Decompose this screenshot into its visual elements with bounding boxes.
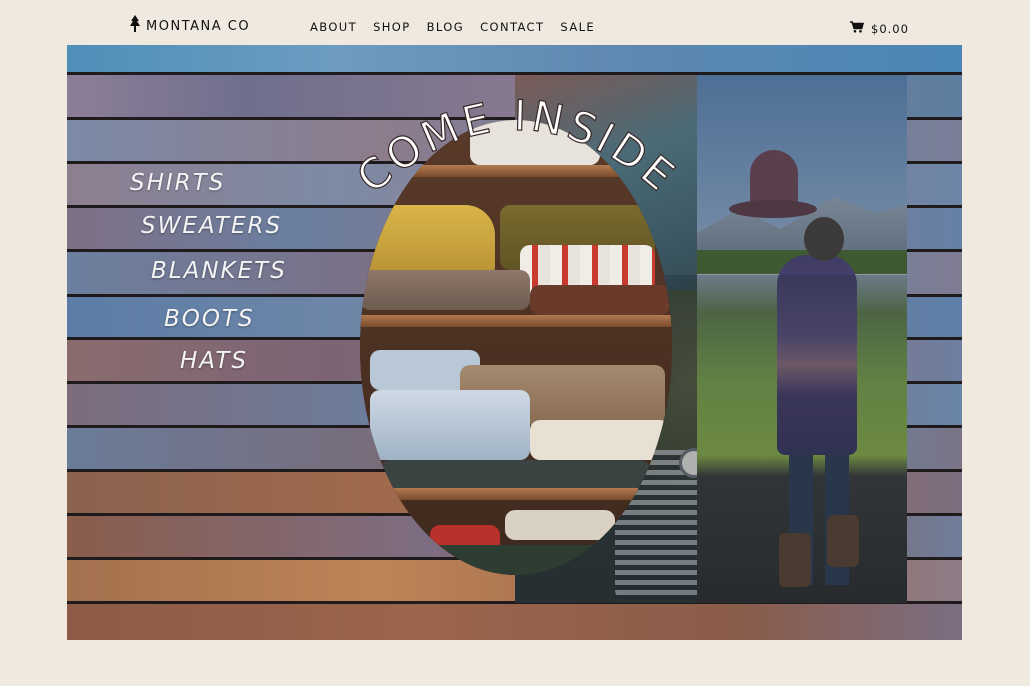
nav-shop[interactable]: SHOP [373, 20, 411, 34]
category-sweaters[interactable]: SWEATERS [141, 213, 282, 239]
hero-banner: COME INSIDE SHIRTS SWEATERS BLANKETS BOO… [67, 45, 962, 640]
tree-icon [130, 15, 140, 37]
cart-icon [850, 20, 865, 38]
nav-about[interactable]: ABOUT [310, 20, 357, 34]
come-inside-heading: COME INSIDE [347, 90, 687, 203]
nav-blog[interactable]: BLOG [427, 20, 464, 34]
cart-total: $0.00 [871, 22, 909, 36]
category-boots[interactable]: BOOTS [164, 306, 255, 332]
nav-sale[interactable]: SALE [560, 20, 595, 34]
logo-text: MONTANA CO [146, 18, 251, 34]
cart-button[interactable]: $0.00 [850, 20, 909, 38]
category-hats[interactable]: HATS [180, 348, 248, 374]
category-shirts[interactable]: SHIRTS [130, 170, 225, 196]
logo[interactable]: MONTANA CO [130, 15, 250, 37]
site-header: MONTANA CO ABOUT SHOP BLOG CONTACT SALE … [0, 0, 1030, 45]
svg-text:COME INSIDE: COME INSIDE [348, 91, 687, 203]
main-nav: ABOUT SHOP BLOG CONTACT SALE [310, 20, 595, 34]
nav-contact[interactable]: CONTACT [480, 20, 544, 34]
category-blankets[interactable]: BLANKETS [151, 258, 287, 284]
